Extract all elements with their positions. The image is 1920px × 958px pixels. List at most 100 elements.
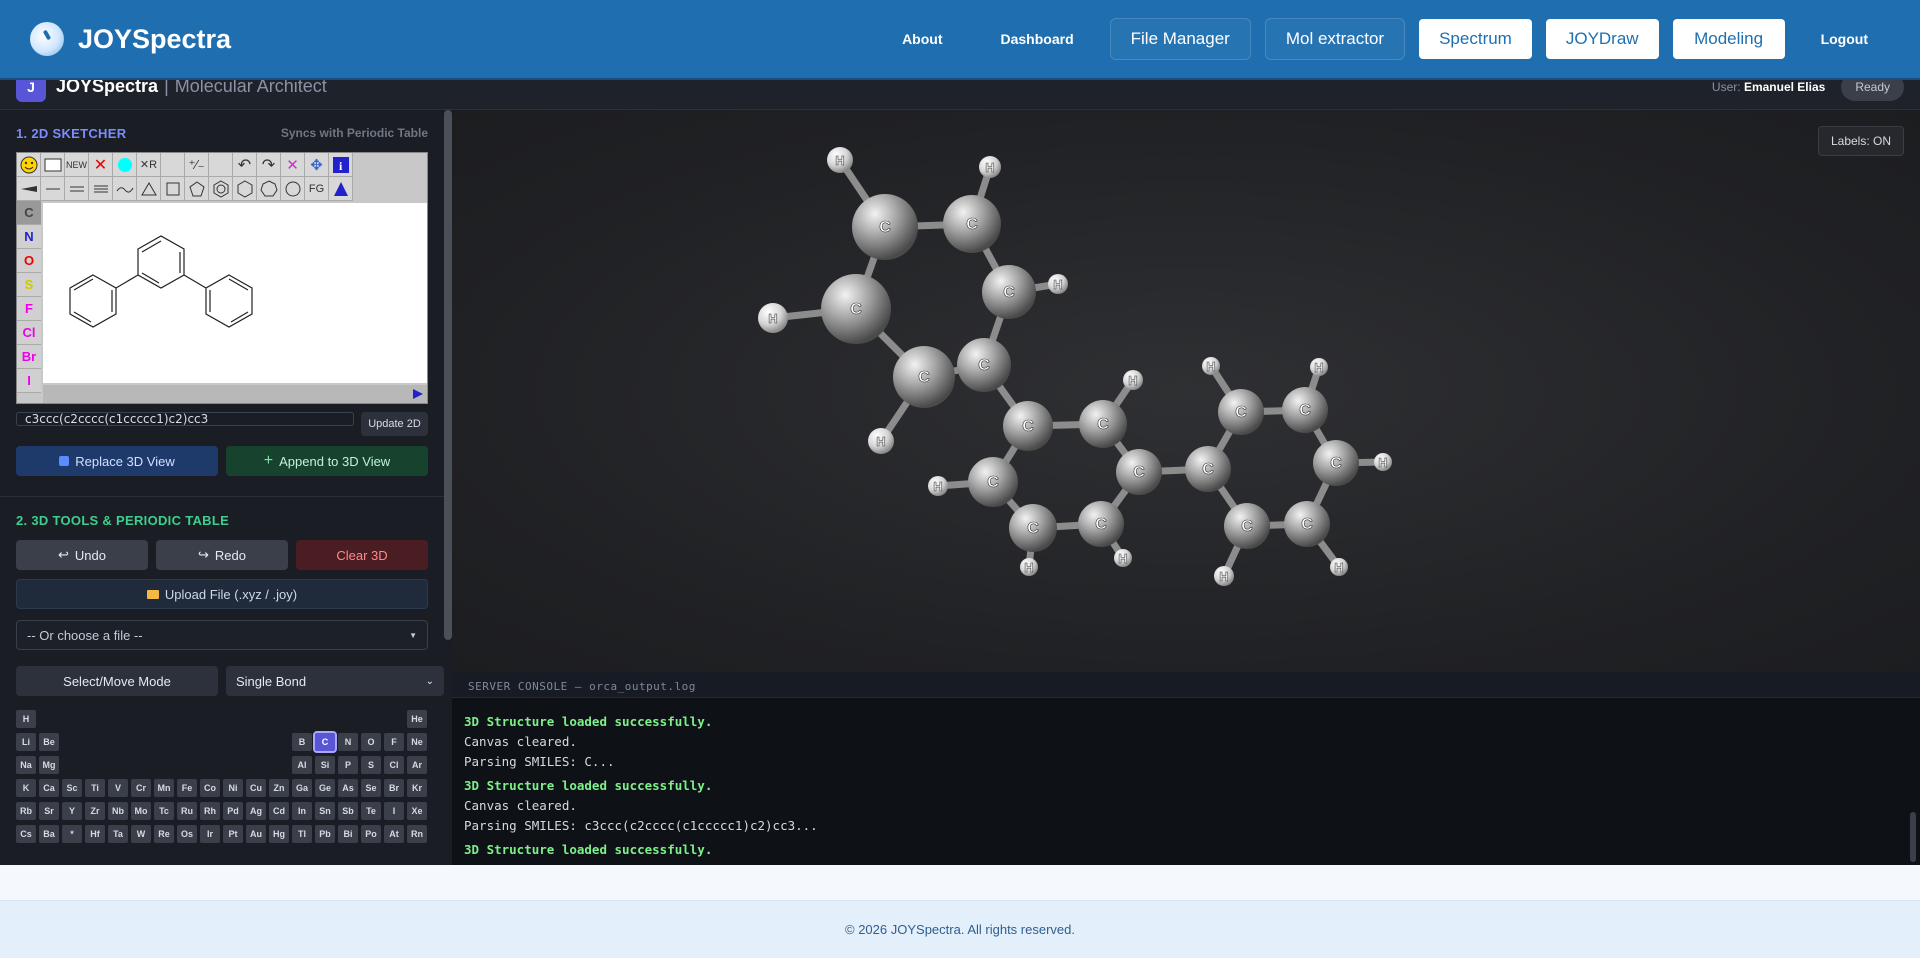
element-kr[interactable]: Kr — [407, 779, 427, 797]
element-o[interactable]: O — [17, 249, 41, 273]
element-xe[interactable]: Xe — [407, 802, 427, 820]
hydrogen-atom[interactable]: H — [1310, 358, 1328, 376]
carbon-atom[interactable]: C — [1282, 387, 1328, 433]
element-he[interactable]: He — [407, 710, 427, 728]
element-al[interactable]: Al — [292, 756, 312, 774]
new-button[interactable]: NEW — [65, 153, 89, 177]
element-ga[interactable]: Ga — [292, 779, 312, 797]
element-sn[interactable]: Sn — [315, 802, 335, 820]
hydrogen-atom[interactable]: H — [1214, 566, 1234, 586]
element-re[interactable]: Re — [154, 825, 174, 843]
carbon-atom[interactable]: C — [943, 195, 1001, 253]
element-ru[interactable]: Ru — [177, 802, 197, 820]
atom-color-icon[interactable] — [113, 153, 137, 177]
clear-3d-button[interactable]: Clear 3D — [296, 540, 428, 570]
hydrogen-atom[interactable]: H — [1123, 370, 1143, 390]
element-po[interactable]: Po — [361, 825, 381, 843]
element-ba[interactable]: Ba — [39, 825, 59, 843]
element-cl[interactable]: Cl — [17, 321, 41, 345]
carbon-atom[interactable]: C — [1185, 446, 1231, 492]
element-pb[interactable]: Pb — [315, 825, 335, 843]
element-ni[interactable]: Ni — [223, 779, 243, 797]
element-br[interactable]: Br — [17, 345, 41, 369]
element-n[interactable]: N — [338, 733, 358, 751]
element-rn[interactable]: Rn — [407, 825, 427, 843]
element-ir[interactable]: Ir — [200, 825, 220, 843]
redo-arrow-icon[interactable]: ↷ — [257, 153, 281, 177]
element-ar[interactable]: Ar — [407, 756, 427, 774]
element-as[interactable]: As — [338, 779, 358, 797]
rectangle-select-icon[interactable] — [41, 153, 65, 177]
carbon-atom[interactable]: C — [852, 194, 918, 260]
hydrogen-atom[interactable]: H — [1114, 549, 1132, 567]
ring6-icon[interactable] — [233, 177, 257, 201]
element-tc[interactable]: Tc — [154, 802, 174, 820]
bond-type-select[interactable]: Single Bond ⌄ — [226, 666, 444, 696]
triple-bond-icon[interactable] — [89, 177, 113, 201]
element-v[interactable]: V — [108, 779, 128, 797]
carbon-atom[interactable]: C — [1284, 501, 1330, 547]
scroll-right-icon[interactable] — [43, 385, 427, 403]
hydrogen-atom[interactable]: H — [1202, 357, 1220, 375]
nav-dashboard[interactable]: Dashboard — [979, 21, 1096, 57]
element-k[interactable]: K — [16, 779, 36, 797]
element-i[interactable]: I — [384, 802, 404, 820]
ring3-icon[interactable] — [137, 177, 161, 201]
sketcher-applet[interactable]: NEW ✕ ✕R ⁺⁄₋ ↶ ↷ ✕ ✥ i FG C N O S F Cl B… — [16, 152, 428, 404]
move-icon[interactable]: ✥ — [305, 153, 329, 177]
ring8-icon[interactable] — [281, 177, 305, 201]
element-li[interactable]: Li — [16, 733, 36, 751]
element-au[interactable]: Au — [246, 825, 266, 843]
element-pd[interactable]: Pd — [223, 802, 243, 820]
nav-file-manager[interactable]: File Manager — [1109, 18, 1251, 60]
append-3d-button[interactable]: + Append to 3D View — [226, 446, 428, 476]
template-triangle-icon[interactable] — [329, 177, 353, 201]
upload-file-button[interactable]: Upload File (.xyz / .joy) — [16, 579, 428, 609]
molecule-3d-viewer[interactable]: C C C C C C C C C C C C C C C C C C H H H H H H H H H H H H H H Labels:… — [452, 110, 1920, 672]
wedge-bond-icon[interactable] — [17, 177, 41, 201]
hydrogen-atom[interactable]: H — [758, 303, 788, 333]
element-in[interactable]: In — [292, 802, 312, 820]
double-bond-icon[interactable] — [65, 177, 89, 201]
element-be[interactable]: Be — [39, 733, 59, 751]
hydrogen-atom[interactable]: H — [1020, 558, 1038, 576]
sketch-canvas[interactable] — [43, 203, 427, 383]
hydrogen-atom[interactable]: H — [1374, 453, 1392, 471]
hydrogen-atom[interactable]: H — [1048, 274, 1068, 294]
element-c[interactable]: C — [313, 731, 337, 753]
element-sc[interactable]: Sc — [62, 779, 82, 797]
hydrogen-atom[interactable]: H — [1330, 558, 1348, 576]
clear-purple-icon[interactable]: ✕ — [281, 153, 305, 177]
element-f[interactable]: F — [384, 733, 404, 751]
element-i[interactable]: I — [17, 369, 41, 393]
labels-toggle-button[interactable]: Labels: ON — [1817, 126, 1904, 156]
element-si[interactable]: Si — [315, 756, 335, 774]
element-tl[interactable]: Tl — [292, 825, 312, 843]
element-cd[interactable]: Cd — [269, 802, 289, 820]
element-s[interactable]: S — [17, 273, 41, 297]
element-w[interactable]: W — [131, 825, 151, 843]
element-ge[interactable]: Ge — [315, 779, 335, 797]
element-se[interactable]: Se — [361, 779, 381, 797]
update-2d-button[interactable]: Update 2D — [361, 412, 428, 436]
ring5-icon[interactable] — [185, 177, 209, 201]
element-cu[interactable]: Cu — [246, 779, 266, 797]
select-move-mode-button[interactable]: Select/Move Mode — [16, 666, 218, 696]
element-o[interactable]: O — [361, 733, 381, 751]
carbon-atom[interactable]: C — [1009, 504, 1057, 552]
element-y[interactable]: Y — [62, 802, 82, 820]
ring4-icon[interactable] — [161, 177, 185, 201]
console-scrollbar[interactable] — [1910, 812, 1916, 862]
delete-icon[interactable]: ✕ — [89, 153, 113, 177]
element-h[interactable]: H — [16, 710, 36, 728]
sketch-scroll-area[interactable] — [43, 385, 427, 403]
functional-group-button[interactable]: FG — [305, 177, 329, 201]
element-co[interactable]: Co — [200, 779, 220, 797]
carbon-atom[interactable]: C — [982, 265, 1036, 319]
element-ti[interactable]: Ti — [85, 779, 105, 797]
element-fe[interactable]: Fe — [177, 779, 197, 797]
element-br[interactable]: Br — [384, 779, 404, 797]
hydrogen-atom[interactable]: H — [928, 476, 948, 496]
carbon-atom[interactable]: C — [893, 346, 955, 408]
undo-button[interactable]: ↩ Undo — [16, 540, 148, 570]
